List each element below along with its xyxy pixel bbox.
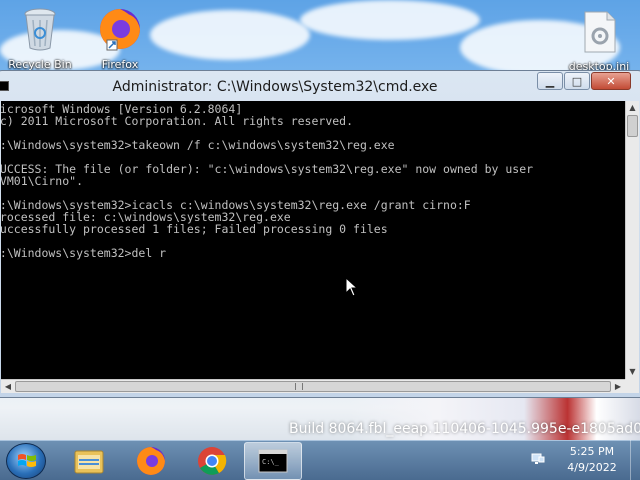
system-clock[interactable]: 5:25 PM 4/9/2022 [556,444,628,476]
network-icon[interactable] [531,452,545,466]
close-button[interactable]: ✕ [591,72,631,90]
taskbar: C:\_ [0,440,640,480]
vertical-scrollbar[interactable]: ▲ ▼ [625,101,639,379]
wallpaper-cloud [300,0,480,40]
scroll-thumb[interactable] [627,115,638,137]
cmd-icon-text: C:\_ [262,458,280,466]
cmd-icon: C:\_ [258,449,288,473]
chrome-icon [198,447,227,475]
start-button[interactable] [6,443,46,479]
desktop-icon-desktop-ini[interactable]: desktop.ini [564,10,634,73]
taskbar-file-explorer[interactable] [60,442,118,480]
scroll-right-arrow-icon[interactable]: ▶ [611,380,625,394]
window-title: Administrator: C:\Windows\System32\cmd.e… [112,79,438,95]
settings-file-icon [584,11,616,53]
title-bar[interactable]: Administrator: C:\Windows\System32\cmd.e… [0,71,640,101]
windows-logo-icon [18,454,36,467]
scroll-left-arrow-icon[interactable]: ◀ [1,380,15,394]
recycle-bin-icon [24,8,56,51]
taskbar-firefox[interactable] [122,442,180,480]
taskbar-chrome[interactable] [183,442,241,480]
window-controls: ▁ □ ✕ [536,72,631,90]
scroll-thumb[interactable] [15,381,611,392]
firefox-icon [137,447,165,475]
console-text: Microsoft Windows [Version 6.2.8064] (c)… [1,102,534,260]
folder-icon [74,450,104,474]
maximize-button[interactable]: □ [564,72,590,90]
clock-date: 4/9/2022 [567,461,617,474]
scroll-grip [295,383,303,390]
build-watermark: Build 8064.fbl_eeap.110406-1045.995e-e18… [289,421,640,437]
wallpaper-cloud [150,10,310,60]
firefox-icon [100,9,140,51]
horizontal-scrollbar[interactable]: ◀ ▶ [1,379,625,393]
taskbar-cmd[interactable]: C:\_ [244,442,302,480]
desktop-icon-recycle-bin[interactable]: Recycle Bin [5,6,75,71]
desktop-icon-firefox[interactable]: Firefox [85,6,155,71]
show-desktop-button[interactable] [630,440,640,480]
cmd-window[interactable]: Administrator: C:\Windows\System32\cmd.e… [0,70,640,398]
minimize-button[interactable]: ▁ [537,72,563,90]
scroll-down-arrow-icon[interactable]: ▼ [626,365,639,379]
resize-corner[interactable] [625,379,639,393]
mouse-pointer-icon [345,277,359,297]
scroll-up-arrow-icon[interactable]: ▲ [626,101,639,115]
clock-time: 5:25 PM [569,445,615,458]
console-output[interactable]: Microsoft Windows [Version 6.2.8064] (c)… [1,101,625,379]
